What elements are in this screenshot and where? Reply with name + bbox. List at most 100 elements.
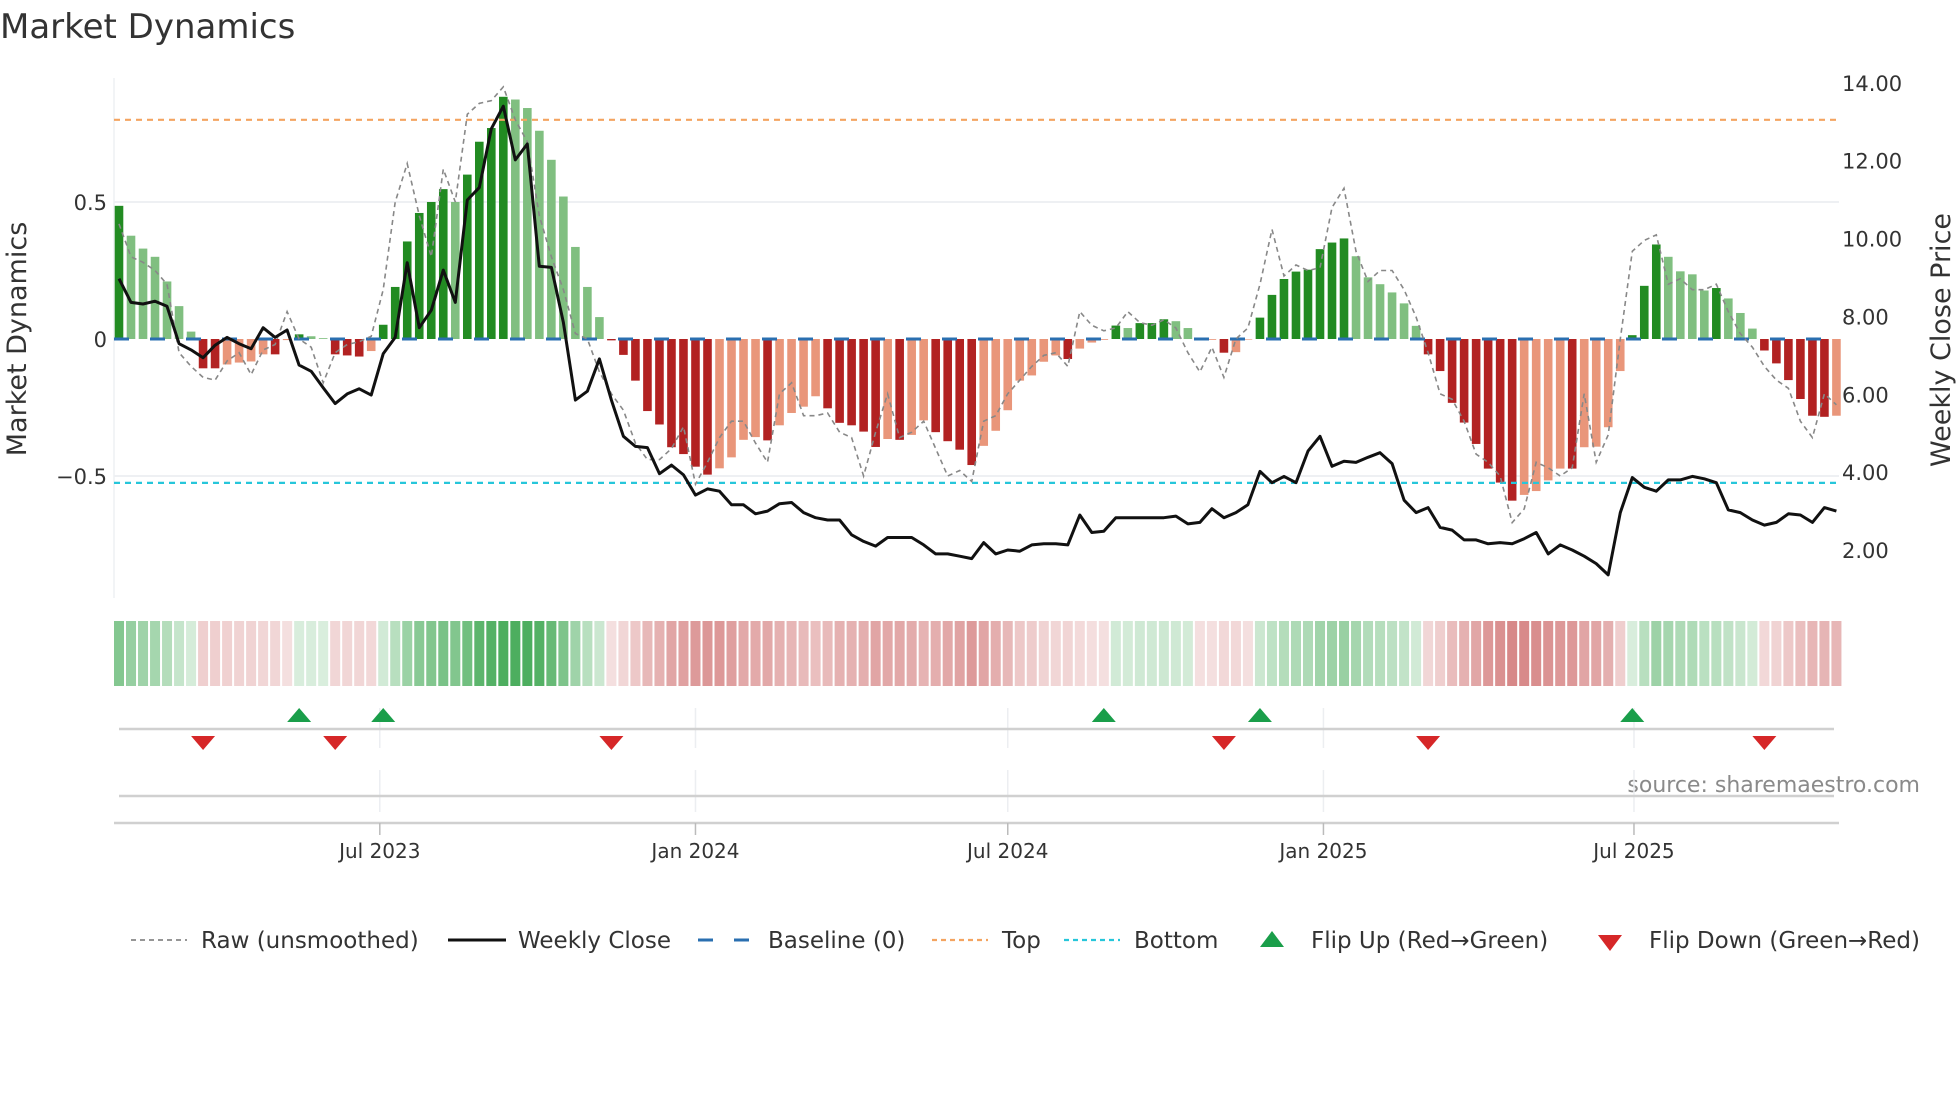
momentum-bar (667, 339, 676, 448)
momentum-bar (1591, 339, 1601, 447)
regime-strip-cell (1050, 621, 1061, 686)
momentum-bar (1651, 244, 1661, 339)
regime-strip-cell (1302, 621, 1313, 686)
regime-strip-cell (690, 621, 701, 686)
regime-strip-cell (318, 621, 329, 686)
momentum-bar (871, 339, 880, 447)
momentum-bar (1688, 274, 1697, 339)
regime-strip-cell (678, 621, 689, 686)
momentum-bar (967, 339, 977, 466)
regime-strip-cell (1807, 621, 1818, 686)
momentum-bar (703, 339, 712, 475)
momentum-bar (1736, 312, 1745, 339)
y-tick-label-left: 0 (94, 328, 107, 352)
regime-strip-cell (966, 621, 977, 686)
regime-strip-cell (1339, 621, 1350, 686)
regime-strip-cell (702, 621, 713, 686)
regime-strip-cell (870, 621, 881, 686)
momentum-bar (126, 235, 136, 339)
momentum-bar (1351, 256, 1361, 339)
regime-strip-cell (1182, 621, 1193, 686)
y-tick-label-right: 14.00 (1842, 72, 1902, 96)
regime-strip-cell (1819, 621, 1830, 686)
momentum-bar (511, 99, 520, 339)
y-tick-label-right: 10.00 (1842, 228, 1902, 252)
regime-strip-cell (1759, 621, 1770, 686)
regime-strip-cell (282, 621, 293, 686)
momentum-bar (1111, 325, 1121, 339)
regime-strip-cell (114, 621, 125, 686)
x-tick-label: Jan 2024 (649, 839, 739, 863)
regime-strip-cell (1158, 621, 1169, 686)
regime-strip-cell (570, 621, 581, 686)
momentum-bar (1003, 339, 1013, 411)
momentum-bar (1255, 317, 1265, 339)
momentum-bar (1447, 339, 1457, 403)
regime-strip-cell (930, 621, 941, 686)
x-tick-label: Jul 2025 (1591, 839, 1674, 863)
regime-strip-cell (1603, 621, 1614, 686)
regime-strip-cell (858, 621, 869, 686)
regime-strip-cell (546, 621, 557, 686)
regime-strip-cell (186, 621, 197, 686)
regime-strip-cell (1146, 621, 1157, 686)
regime-strip-cell (1579, 621, 1590, 686)
momentum-bar (1327, 242, 1337, 339)
x-tick-label: Jan 2025 (1277, 839, 1367, 863)
flip-up-marker-icon (371, 708, 396, 722)
momentum-bar (739, 339, 748, 440)
flip-down-marker-icon (599, 736, 624, 750)
momentum-bar (1519, 339, 1529, 495)
flip-up-marker-icon (287, 708, 312, 722)
regime-strip-cell (1483, 621, 1494, 686)
regime-strip (114, 621, 1842, 686)
momentum-bar (1760, 339, 1769, 351)
x-axis: Jul 2023 Jan 2024 Jul 2024 Jan 2025 Jul 2025 (114, 821, 1839, 863)
regime-strip-cell (834, 621, 845, 686)
regime-strip-cell (1206, 621, 1217, 686)
regime-strip-cell (1471, 621, 1482, 686)
flip-markers-row (119, 708, 1834, 812)
momentum-bar (1796, 339, 1805, 400)
regime-strip-cell (246, 621, 257, 686)
regime-strip-cell (846, 621, 857, 686)
regime-strip-cell (1098, 621, 1109, 686)
legend-label-bottom: Bottom (1134, 928, 1218, 954)
legend-flip-down-icon (1598, 935, 1622, 951)
momentum-bar (1483, 339, 1493, 469)
regime-strip-cell (1555, 621, 1566, 686)
y-tick-label-right: 12.00 (1842, 150, 1902, 174)
regime-strip-cell (1290, 621, 1301, 686)
momentum-bar (318, 338, 328, 339)
momentum-bar (823, 339, 832, 409)
regime-strip-cell (162, 621, 173, 686)
regime-strip-cell (390, 621, 401, 686)
momentum-bar (1315, 249, 1325, 339)
regime-strip-cell (1651, 621, 1662, 686)
momentum-bar (1303, 269, 1313, 339)
regime-strip-cell (534, 621, 545, 686)
regime-strip-cell (894, 621, 905, 686)
x-tick-label: Jul 2023 (337, 839, 420, 863)
regime-strip-cell (1026, 621, 1037, 686)
regime-strip-cell (150, 621, 161, 686)
source-credit: source: sharemaestro.com (1627, 773, 1920, 798)
legend-flip-up-icon (1260, 931, 1284, 947)
momentum-bar (1543, 339, 1553, 481)
momentum-bar (1399, 303, 1409, 339)
regime-strip-cell (1831, 621, 1842, 686)
regime-strip-cell (594, 621, 605, 686)
flip-down-marker-icon (191, 736, 216, 750)
momentum-bar (1183, 328, 1193, 339)
momentum-bar (1555, 339, 1565, 469)
regime-strip-cell (738, 621, 749, 686)
y-axis-label-left: Market Dynamics (2, 222, 33, 457)
regime-strip-cell (918, 621, 929, 686)
momentum-bar (955, 339, 964, 450)
momentum-bar (763, 339, 772, 441)
momentum-bar (1712, 288, 1721, 339)
weekly-close-line (117, 104, 1837, 577)
flip-down-marker-icon (1752, 736, 1777, 750)
regime-strip-cell (774, 621, 785, 686)
momentum-bar (258, 339, 268, 355)
